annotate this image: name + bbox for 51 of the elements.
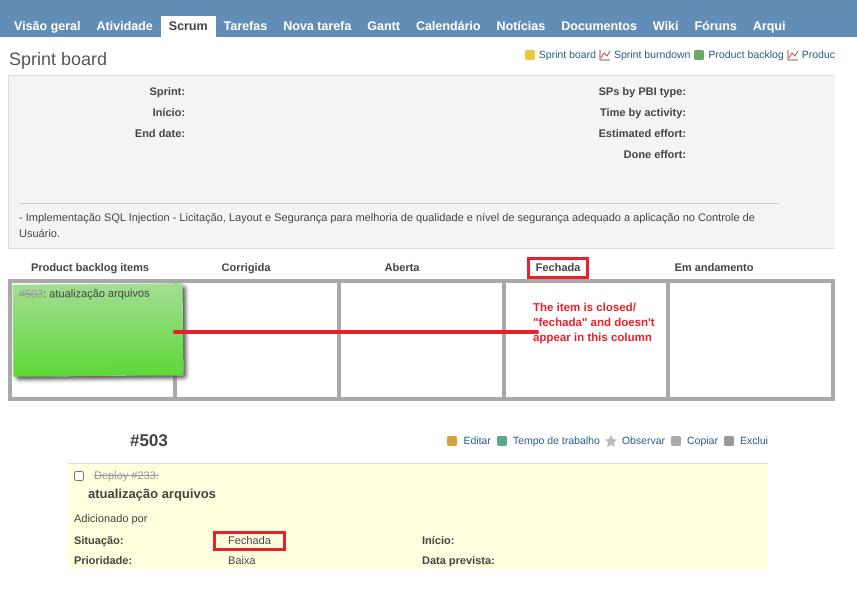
sprint-description: - Implementação SQL Injection - Licitação, Layout e Segurança para melhoria de qualidade e nível de segurança adequado a aplicação no Controle de Usuário. [19,203,779,242]
action-link[interactable]: Editar [463,435,491,447]
action-link[interactable]: Exclui [740,435,768,447]
parent-link[interactable]: Deploy #233: [94,470,159,482]
nav-tab[interactable]: Visão geral [6,16,88,37]
info-label: End date: [134,128,185,140]
issue-subject: atualização arquivos [88,486,217,501]
field-value: Fechada [213,531,286,551]
nav-tab[interactable]: Atividade [88,16,161,37]
info-label: Sprint: [150,86,185,98]
author-line: Adicionado por [74,513,148,525]
column-header: Product backlog items [30,261,150,276]
header-link[interactable]: Product backlog [708,49,784,61]
annotation-text: The item is closed/ "fechada" and doesn't appear in this column [533,301,656,346]
column-header: Fechada [526,257,590,279]
header-link[interactable]: Sprint board [538,49,596,61]
field-value: Baixa [227,554,257,569]
column-header: Corrigida [220,261,272,276]
info-label: Estimated effort: [598,128,686,140]
action-link[interactable]: Tempo de trabalho [512,435,600,447]
info-label: Time by activity: [600,107,686,119]
nav-tab[interactable]: Wiki [644,16,686,37]
header-link[interactable]: Produc [802,49,835,61]
chart-icon [786,49,799,61]
star-icon [604,435,617,447]
info-label: Done effort: [624,149,686,161]
nav-tab[interactable]: Notícias [488,16,554,37]
info-label: SPs by PBI type: [598,86,686,98]
chart-icon [598,49,611,61]
page-title: Sprint board [9,48,108,70]
header-link[interactable]: Sprint burndown [614,49,690,61]
nav-tab[interactable]: Arqui [744,16,794,37]
nav-tab[interactable]: Gantt [359,16,408,37]
info-label: Início: [152,107,185,119]
nav-tab[interactable]: Fóruns [686,16,745,37]
issue-title: #503 [130,431,168,451]
checkbox[interactable] [74,471,84,481]
action-link[interactable]: Observar [622,435,666,447]
nav-tab[interactable]: Scrum [160,16,216,37]
field-label: Início: [422,535,456,547]
column-header: Em andamento [674,261,754,276]
field-label: Data prevista: [422,555,496,567]
field-label: Prioridade: [74,555,134,567]
field-label: Situação: [74,535,125,547]
column-header: Aberta [384,261,420,276]
task-card[interactable]: #503: atualização arquivos [12,283,184,377]
nav-tab[interactable]: Calendário [408,16,489,37]
action-link[interactable]: Copiar [687,435,718,447]
nav-tab[interactable]: Documentos [553,16,645,37]
nav-tab[interactable]: Tarefas [216,16,276,37]
nav-tab[interactable]: Nova tarefa [275,16,360,37]
